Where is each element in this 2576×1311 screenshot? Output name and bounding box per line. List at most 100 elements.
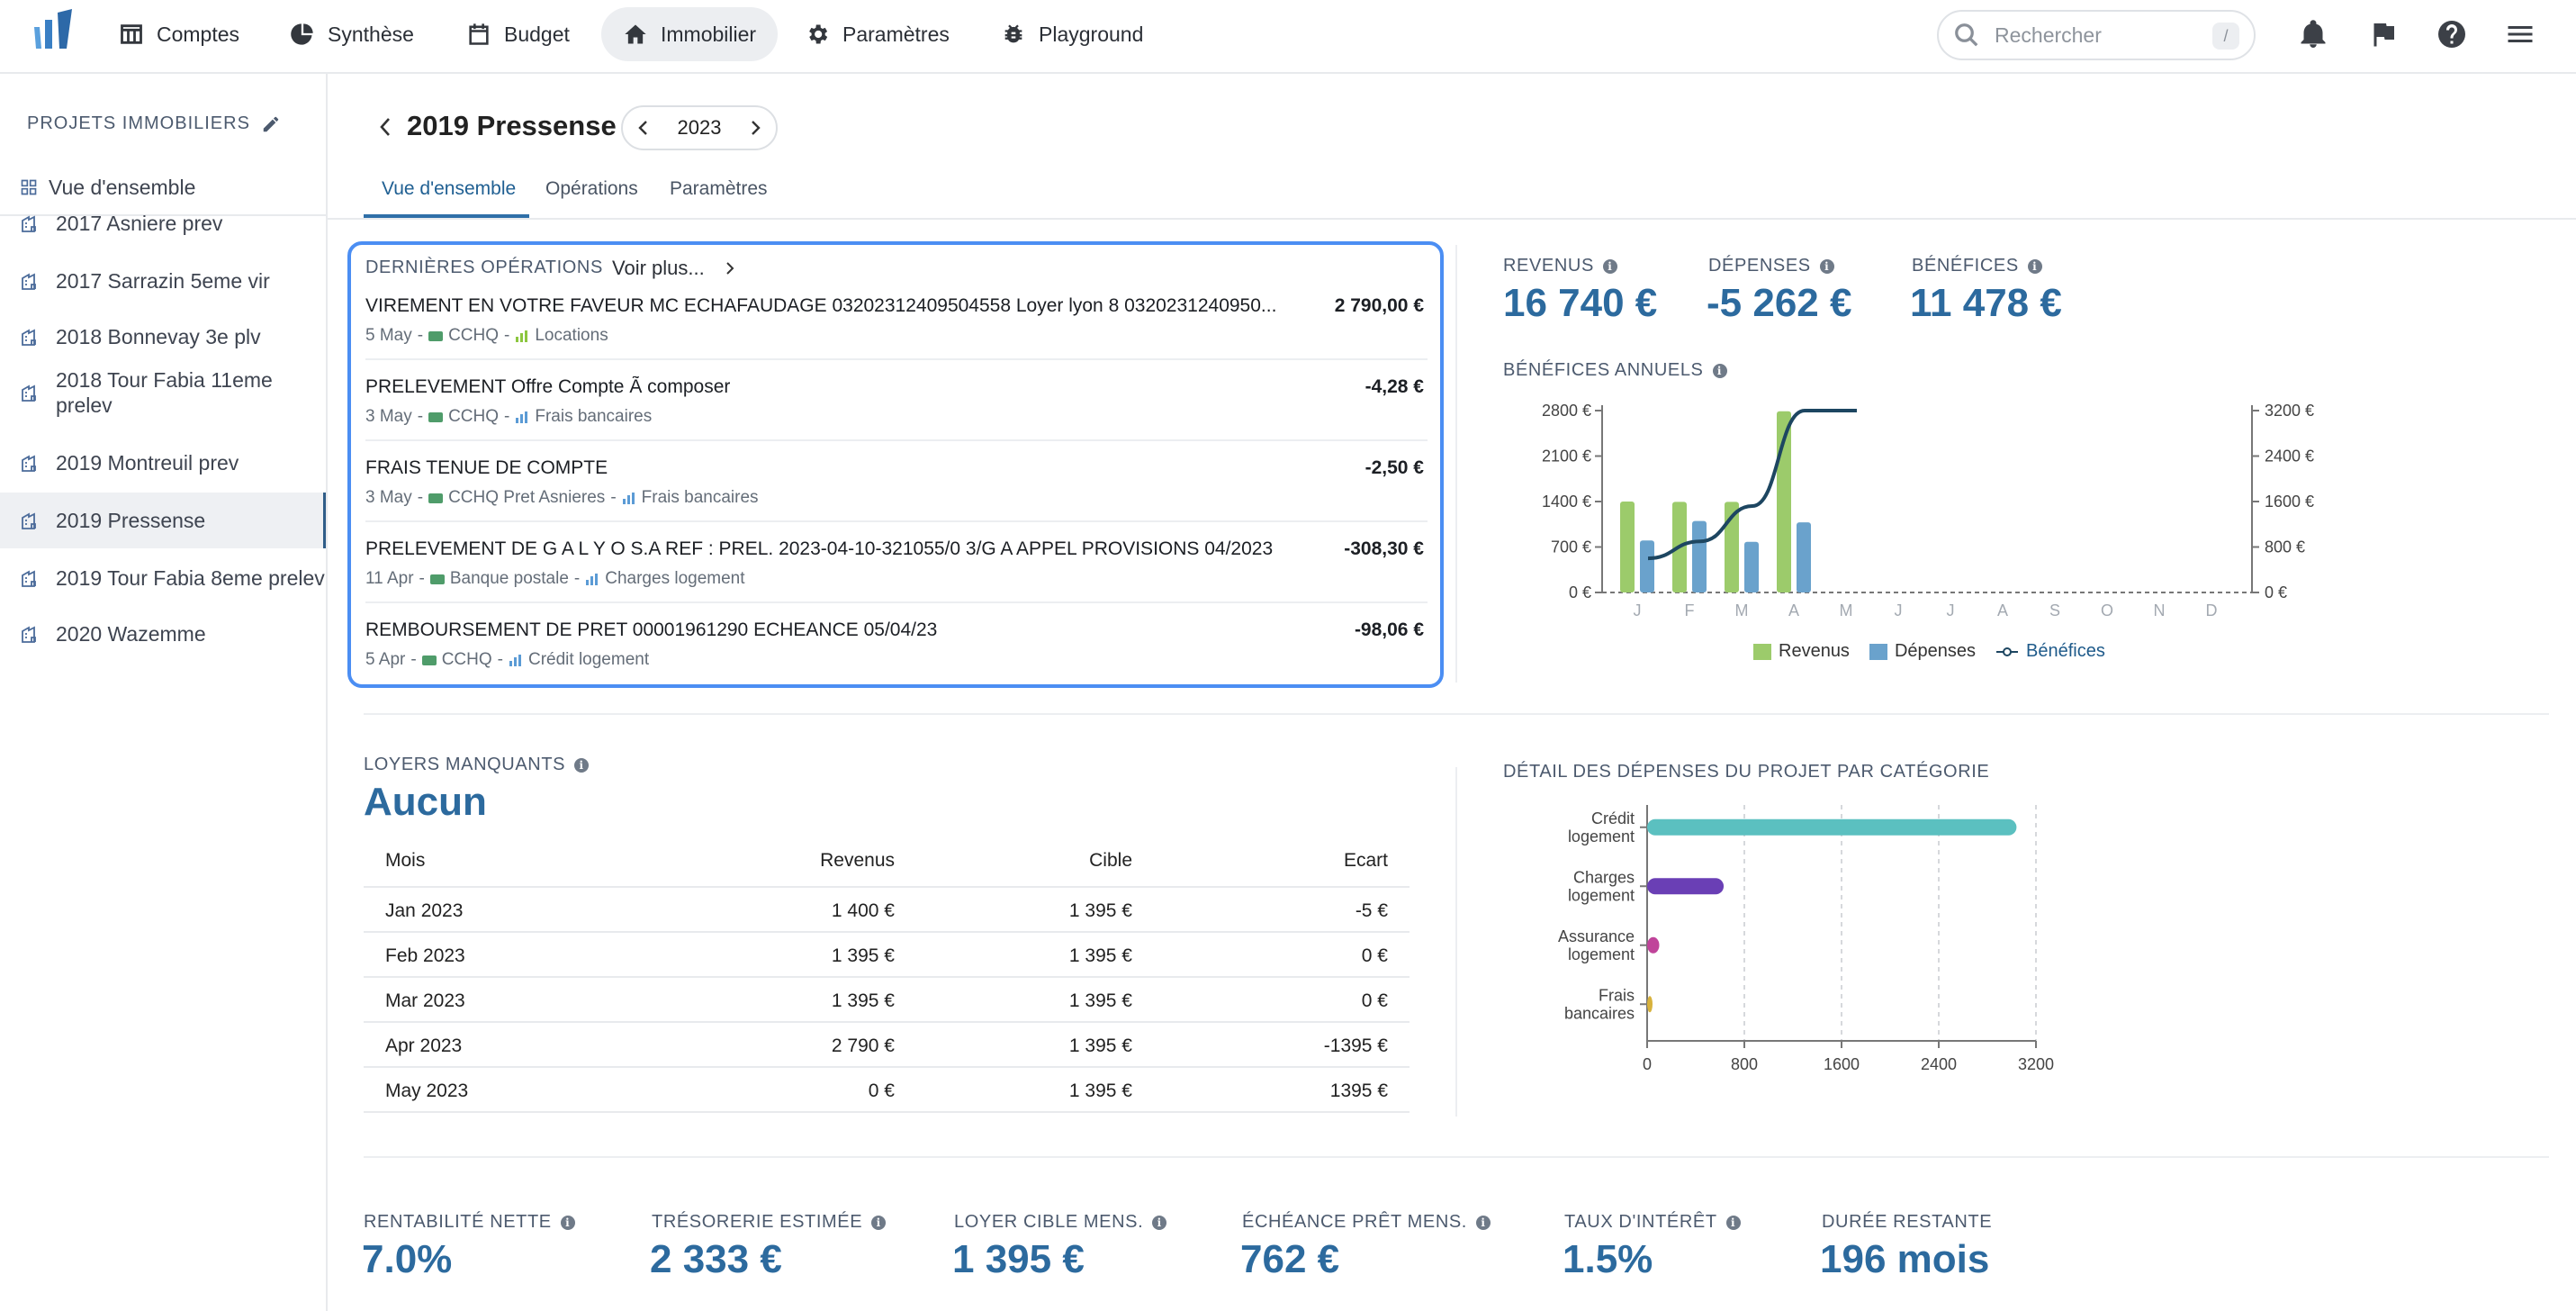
kpi-label-text: TRÉSORERIE ESTIMÉE	[652, 1212, 863, 1232]
bank-card-icon	[428, 411, 444, 422]
app-logo[interactable]	[31, 9, 76, 50]
expense-bar	[1647, 996, 1653, 1013]
tab-overview[interactable]: Vue d'ensemble	[382, 178, 516, 200]
info-icon[interactable]: i	[1152, 1215, 1167, 1230]
kpi-label-text: TAUX D'INTÉRÊT	[1564, 1212, 1717, 1232]
table-header-cell[interactable]: Revenus	[820, 850, 895, 872]
menu-icon[interactable]	[2504, 18, 2536, 50]
see-more-link[interactable]: Voir plus...	[612, 257, 735, 280]
sidebar-item-project[interactable]: 2020 Wazemme	[0, 607, 326, 661]
sidebar-item-project[interactable]: 2019 Tour Fabia 8eme prelev	[0, 547, 326, 610]
pencil-icon[interactable]	[261, 114, 281, 134]
operation-title: VIREMENT EN VOTRE FAVEUR MC ECHAFAUDAGE …	[365, 295, 1277, 316]
building-icon	[22, 626, 36, 643]
meta-separator: -	[417, 407, 424, 426]
operation-account: CCHQ Pret Asnieres	[448, 488, 606, 507]
info-icon[interactable]: i	[560, 1215, 575, 1230]
operation-row[interactable]: VIREMENT EN VOTRE FAVEUR MC ECHAFAUDAGE …	[365, 295, 1428, 376]
nav-playground[interactable]: Playground	[979, 7, 1165, 61]
depenses-value: -5 262 €	[1707, 281, 1852, 325]
nav-comptes[interactable]: Comptes	[97, 7, 261, 61]
column-divider	[1455, 245, 1457, 683]
chevron-left-icon[interactable]	[635, 117, 652, 139]
legend-label: Revenus	[1779, 641, 1850, 661]
table-header-row: Mois Revenus Cible Ecart	[364, 837, 1410, 882]
tab-settings[interactable]: Paramètres	[670, 178, 768, 200]
search-shortcut: /	[2212, 23, 2239, 50]
sidebar-item-project[interactable]: 2018 Tour Fabia 11eme prelev	[0, 361, 326, 424]
legend-item-revenus[interactable]: Revenus	[1753, 641, 1850, 662]
chevron-right-icon[interactable]	[747, 117, 763, 139]
table-cell: 0 €	[1361, 945, 1388, 966]
nav-parametres[interactable]: Paramètres	[783, 7, 971, 61]
x-tick-label: J	[1947, 601, 1955, 619]
operation-row[interactable]: PRELEVEMENT DE G A L Y O S.A REF : PREL.…	[365, 538, 1428, 619]
info-icon[interactable]: i	[1819, 258, 1834, 274]
table-header-cell[interactable]: Cible	[1089, 850, 1132, 872]
kpi-label-text: LOYER CIBLE MENS.	[954, 1212, 1144, 1232]
y-tick-label-right: 2400 €	[2265, 448, 2314, 466]
info-icon[interactable]: i	[871, 1215, 887, 1230]
operation-date: 5 May	[365, 326, 412, 345]
operation-title: PRELEVEMENT DE G A L Y O S.A REF : PREL.…	[365, 538, 1274, 559]
x-tick-label: 1600	[1824, 1055, 1860, 1073]
x-tick-label: A	[1997, 601, 2008, 619]
x-tick-label: J	[1634, 601, 1642, 619]
expense-by-category-chart: 0 800 1600 2400 3200CréditlogementChargeslog…	[1558, 805, 2054, 1073]
pie-chart-icon	[291, 23, 313, 45]
search-input[interactable]: Rechercher /	[1937, 10, 2256, 60]
category-bars-icon	[586, 574, 599, 585]
home-icon	[625, 24, 646, 44]
sidebar-item-project[interactable]: 2017 Sarrazin 5eme vir	[0, 254, 326, 308]
operation-row[interactable]: PRELEVEMENT Offre Compte Ã composer -4,28…	[365, 376, 1428, 457]
operation-row[interactable]: FRAIS TENUE DE COMPTE -2,50 €3 May - CCHQ P…	[365, 457, 1428, 538]
info-icon[interactable]: i	[574, 757, 590, 773]
sidebar-item-project[interactable]: 2017 Asniere prev	[0, 196, 326, 250]
sidebar-heading-label: PROJETS IMMOBILIERS	[27, 113, 250, 133]
sidebar-item-project[interactable]: 2019 Pressense	[0, 493, 326, 548]
info-icon[interactable]: i	[2027, 258, 2042, 274]
table-icon	[121, 24, 142, 44]
depenses-label: DÉPENSES i	[1708, 256, 1834, 276]
operation-meta: 3 May - CCHQ - Frais bancaires	[365, 407, 652, 427]
y-tick-label: 2100 €	[1542, 448, 1591, 466]
top-navigation: Comptes Synthèse Budget Immobilier Param…	[0, 0, 2576, 74]
x-tick-label: 2400	[1921, 1055, 1957, 1073]
back-chevron-icon[interactable]	[376, 115, 394, 139]
sidebar-item-project[interactable]: 2019 Montreuil prev	[0, 436, 326, 490]
nav-synthese[interactable]: Synthèse	[268, 7, 436, 61]
legend-item-benefices[interactable]: Bénéfices	[1995, 641, 2105, 662]
y-tick-label-right: 800 €	[2265, 538, 2305, 556]
tab-operations[interactable]: Opérations	[545, 178, 638, 200]
operation-title: REMBOURSEMENT DE PRET 00001961290 ECHEAN…	[365, 619, 938, 640]
table-row: Mar 2023 1 395 € 1 395 € 0 €	[364, 978, 1410, 1023]
table-header-cell[interactable]: Mois	[385, 850, 425, 872]
info-icon[interactable]: i	[1712, 363, 1727, 378]
year-selector[interactable]: 2023	[621, 105, 778, 150]
legend-item-depenses[interactable]: Dépenses	[1869, 641, 1976, 662]
info-icon[interactable]: i	[1602, 258, 1617, 274]
operation-divider	[365, 520, 1428, 522]
calendar-icon	[469, 23, 489, 45]
operation-category: Crédit logement	[527, 650, 650, 669]
section-divider	[364, 1156, 2549, 1158]
nav-immobilier[interactable]: Immobilier	[601, 7, 779, 61]
sidebar-item-project[interactable]: 2018 Bonnevay 3e plv	[0, 310, 326, 364]
bell-icon[interactable]	[2297, 18, 2329, 50]
table-header-cell[interactable]: Ecart	[1344, 850, 1388, 872]
x-tick-label: A	[1788, 601, 1799, 619]
info-icon[interactable]: i	[1725, 1215, 1741, 1230]
flag-icon[interactable]	[2367, 18, 2400, 50]
help-icon[interactable]	[2436, 18, 2468, 50]
x-tick-label: N	[2154, 601, 2166, 619]
meta-separator: -	[410, 650, 417, 669]
legend-label: Bénéfices	[2026, 641, 2105, 661]
y-tick-label: Charges	[1573, 868, 1635, 886]
meta-separator: -	[504, 407, 510, 426]
y-tick-label: 0 €	[1569, 583, 1591, 601]
search-placeholder: Rechercher	[1995, 23, 2102, 47]
info-icon[interactable]: i	[1475, 1215, 1491, 1230]
nav-budget[interactable]: Budget	[445, 7, 591, 61]
operation-row[interactable]: REMBOURSEMENT DE PRET 00001961290 ECHEAN…	[365, 619, 1428, 701]
operation-category: Frais bancaires	[641, 488, 759, 507]
